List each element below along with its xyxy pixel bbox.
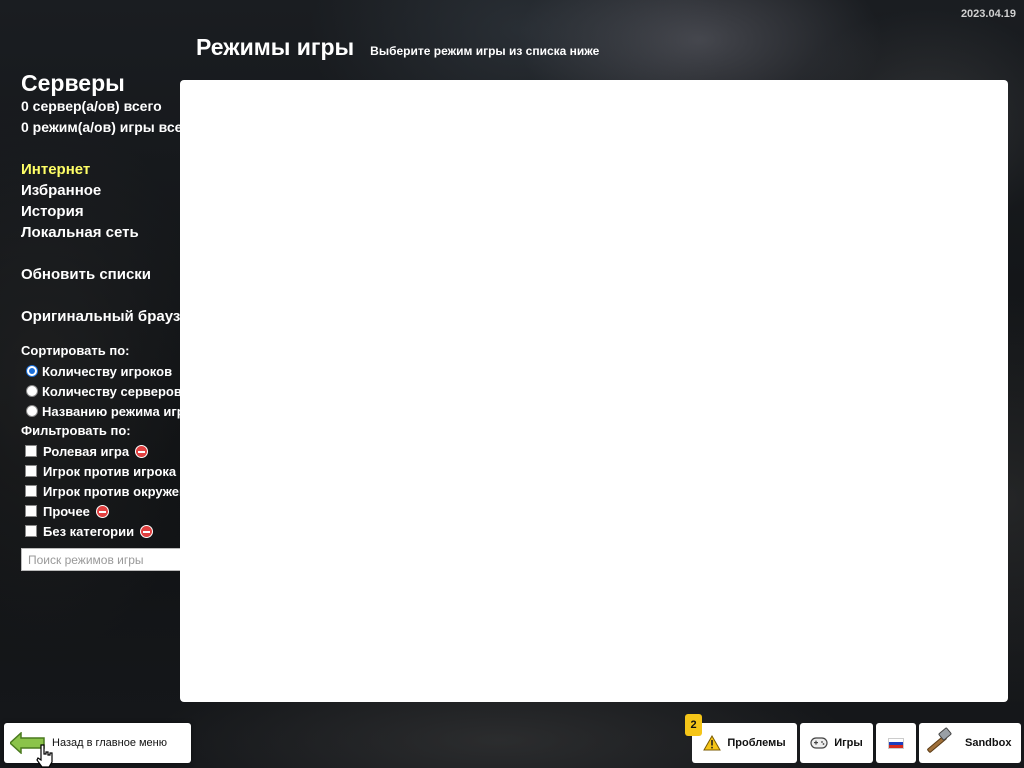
checkbox[interactable] <box>25 465 37 477</box>
sort-option-label: Количеству игроков <box>42 363 173 379</box>
filter-option-label: Ролевая игра <box>43 443 130 459</box>
filter-option-label: Игрок против игрока <box>43 463 177 479</box>
checkbox[interactable] <box>25 445 37 457</box>
refresh-lists-button[interactable]: Обновить списки <box>21 264 191 285</box>
sort-label: Сортировать по: <box>21 343 130 358</box>
filter-other[interactable]: Прочее <box>21 501 191 521</box>
radio-button[interactable] <box>26 405 38 417</box>
no-entry-icon <box>95 504 109 518</box>
sidebar: Серверы 0 сервер(а/ов) всего 0 режим(а/о… <box>21 70 191 571</box>
checkbox[interactable] <box>25 505 37 517</box>
games-button[interactable]: Игры <box>800 723 873 763</box>
nav-lan[interactable]: Локальная сеть <box>21 222 191 243</box>
filter-uncategorized[interactable]: Без категории <box>21 521 191 541</box>
page-subtitle: Выберите режим игры из списка ниже <box>370 44 600 58</box>
problems-count-badge: 2 <box>685 714 702 736</box>
checkbox[interactable] <box>25 485 37 497</box>
problems-label: Проблемы <box>727 737 786 749</box>
hammer-icon <box>923 727 955 759</box>
hand-cursor-icon <box>36 744 54 768</box>
sort-option-players[interactable]: Количеству игроков <box>21 361 191 381</box>
back-button-label: Назад в главное меню <box>52 737 167 749</box>
filter-pvp[interactable]: Игрок против игрока <box>21 461 191 481</box>
no-entry-icon <box>135 444 149 458</box>
nav-internet[interactable]: Интернет <box>21 159 191 180</box>
warning-icon <box>703 735 722 751</box>
gamepad-icon <box>810 736 828 750</box>
sandbox-label: Sandbox <box>965 737 1012 749</box>
nav-history[interactable]: История <box>21 201 191 222</box>
nav-favorites[interactable]: Избранное <box>21 180 191 201</box>
back-to-main-menu-button[interactable]: Назад в главное меню <box>4 723 191 763</box>
russian-flag-icon <box>888 737 904 749</box>
filter-option-label: Прочее <box>43 503 90 519</box>
filter-option-label: Игрок против окружения <box>43 483 191 499</box>
games-label: Игры <box>834 737 863 749</box>
filter-pve[interactable]: Игрок против окружения <box>21 481 191 501</box>
checkbox[interactable] <box>25 525 37 537</box>
sort-option-servers[interactable]: Количеству серверов <box>21 381 191 401</box>
sidebar-title: Серверы <box>21 70 125 96</box>
page-header: Режимы игры Выберите режим игры из списк… <box>196 34 599 61</box>
modes-count: 0 режим(а/ов) игры всего <box>21 119 191 135</box>
game-modes-list-panel <box>180 80 1008 702</box>
page-title: Режимы игры <box>196 34 355 60</box>
problems-button[interactable]: Проблемы <box>692 723 797 763</box>
radio-button[interactable] <box>26 385 38 397</box>
date-label: 2023.04.19 <box>960 8 1016 20</box>
filter-option-label: Без категории <box>43 523 135 539</box>
sandbox-button[interactable]: Sandbox <box>919 723 1021 763</box>
filter-label: Фильтровать по: <box>21 423 131 438</box>
server-nav: Интернет Избранное История Локальная сет… <box>21 159 191 327</box>
sort-option-label: Названию режима игры <box>42 403 191 419</box>
sort-option-name[interactable]: Названию режима игры <box>21 401 191 421</box>
search-input[interactable]: Поиск режимов игры <box>21 548 191 571</box>
language-button[interactable] <box>876 723 916 763</box>
filter-roleplay[interactable]: Ролевая игра <box>21 441 191 461</box>
servers-count: 0 сервер(а/ов) всего <box>21 98 162 114</box>
radio-button[interactable] <box>26 365 38 377</box>
original-browser-button[interactable]: Оригинальный браузер <box>21 306 191 327</box>
no-entry-icon <box>140 524 154 538</box>
sort-option-label: Количеству серверов <box>42 383 182 399</box>
